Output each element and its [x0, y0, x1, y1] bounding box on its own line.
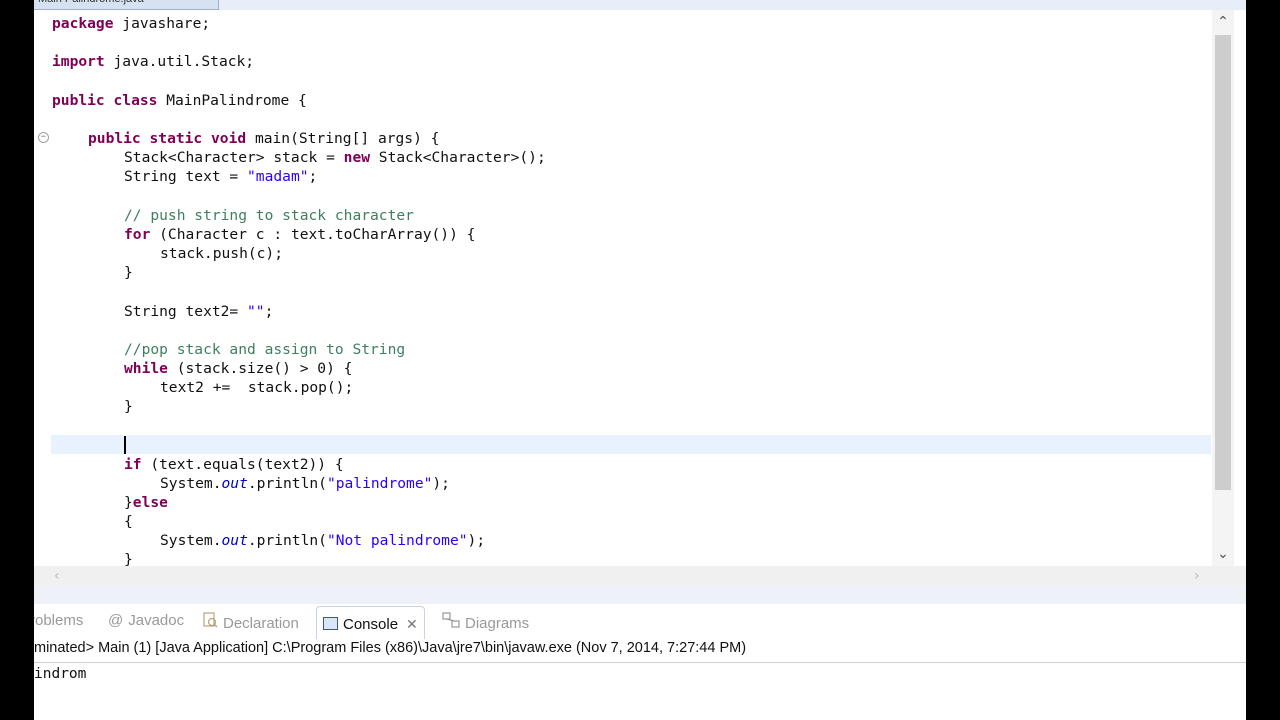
- code-line: String text = "madam";: [124, 168, 318, 185]
- code-line: for (Character c : text.toCharArray()) {: [124, 226, 476, 243]
- console-output[interactable]: indrom: [34, 664, 1246, 720]
- vertical-scrollbar[interactable]: ⌃ ⌄: [1212, 10, 1234, 566]
- tab-declaration[interactable]: Declaration: [202, 612, 299, 636]
- code-line: System.out.println("palindrome");: [160, 475, 450, 492]
- tab-diagrams[interactable]: Diagrams: [442, 612, 529, 636]
- current-line-highlight: [51, 435, 1211, 454]
- fold-minus-icon[interactable]: −: [38, 132, 49, 143]
- horizontal-scrollbar[interactable]: ‹ ›: [34, 566, 1246, 586]
- code-editor[interactable]: − package javashare; import java.util.St…: [34, 10, 1246, 566]
- code-line: package javashare;: [52, 15, 211, 32]
- tab-console[interactable]: Console ✕: [316, 606, 425, 639]
- at-icon: @: [108, 612, 124, 629]
- code-line: text2 += stack.pop();: [160, 379, 354, 396]
- vertical-scroll-thumb[interactable]: [1215, 35, 1231, 490]
- editor-ruler: −: [34, 10, 50, 566]
- scroll-up-icon[interactable]: ⌃: [1212, 15, 1234, 29]
- code-line: public static void main(String[] args) {: [88, 130, 440, 147]
- diagrams-icon: [442, 612, 460, 632]
- overview-ruler: [1234, 10, 1246, 586]
- declaration-icon: [202, 612, 218, 632]
- code-line: {: [124, 513, 133, 530]
- code-line: }: [124, 264, 133, 281]
- code-line: }: [124, 398, 133, 415]
- code-line: //pop stack and assign to String: [124, 341, 406, 358]
- text-caret: [124, 436, 126, 454]
- editor-tab[interactable]: Main Palindrome.java: [34, 0, 219, 10]
- code-line: // push string to stack character: [124, 207, 414, 224]
- code-line: String text2= "";: [124, 303, 274, 320]
- tab-javadoc[interactable]: @ Javadoc: [108, 612, 184, 636]
- code-line: }else: [124, 494, 168, 511]
- code-line: }: [124, 551, 133, 566]
- code-line: if (text.equals(text2)) {: [124, 456, 344, 473]
- code-line: stack.push(c);: [160, 245, 284, 262]
- scroll-right-icon[interactable]: ›: [1194, 566, 1208, 586]
- close-icon[interactable]: ✕: [406, 607, 418, 641]
- eclipse-window: Main Palindrome.java − package javashare…: [34, 0, 1246, 720]
- panel-separator: [34, 586, 1246, 604]
- code-line: System.out.println("Not palindrome");: [160, 532, 486, 549]
- console-icon: [323, 617, 338, 630]
- scroll-left-icon[interactable]: ‹: [54, 566, 68, 586]
- code-line: public class MainPalindrome {: [52, 92, 307, 109]
- console-process-label: minated> Main (1) [Java Application] C:\…: [34, 640, 1246, 663]
- bottom-panel-tabs: roblems @ Javadoc Declaration Console ✕ Di…: [34, 604, 1246, 640]
- tab-problems[interactable]: roblems: [34, 612, 83, 636]
- code-line: while (stack.size() > 0) {: [124, 360, 353, 377]
- code-line: Stack<Character> stack = new Stack<Chara…: [124, 149, 546, 166]
- code-line: import java.util.Stack;: [52, 53, 255, 70]
- scroll-down-icon[interactable]: ⌄: [1212, 547, 1234, 561]
